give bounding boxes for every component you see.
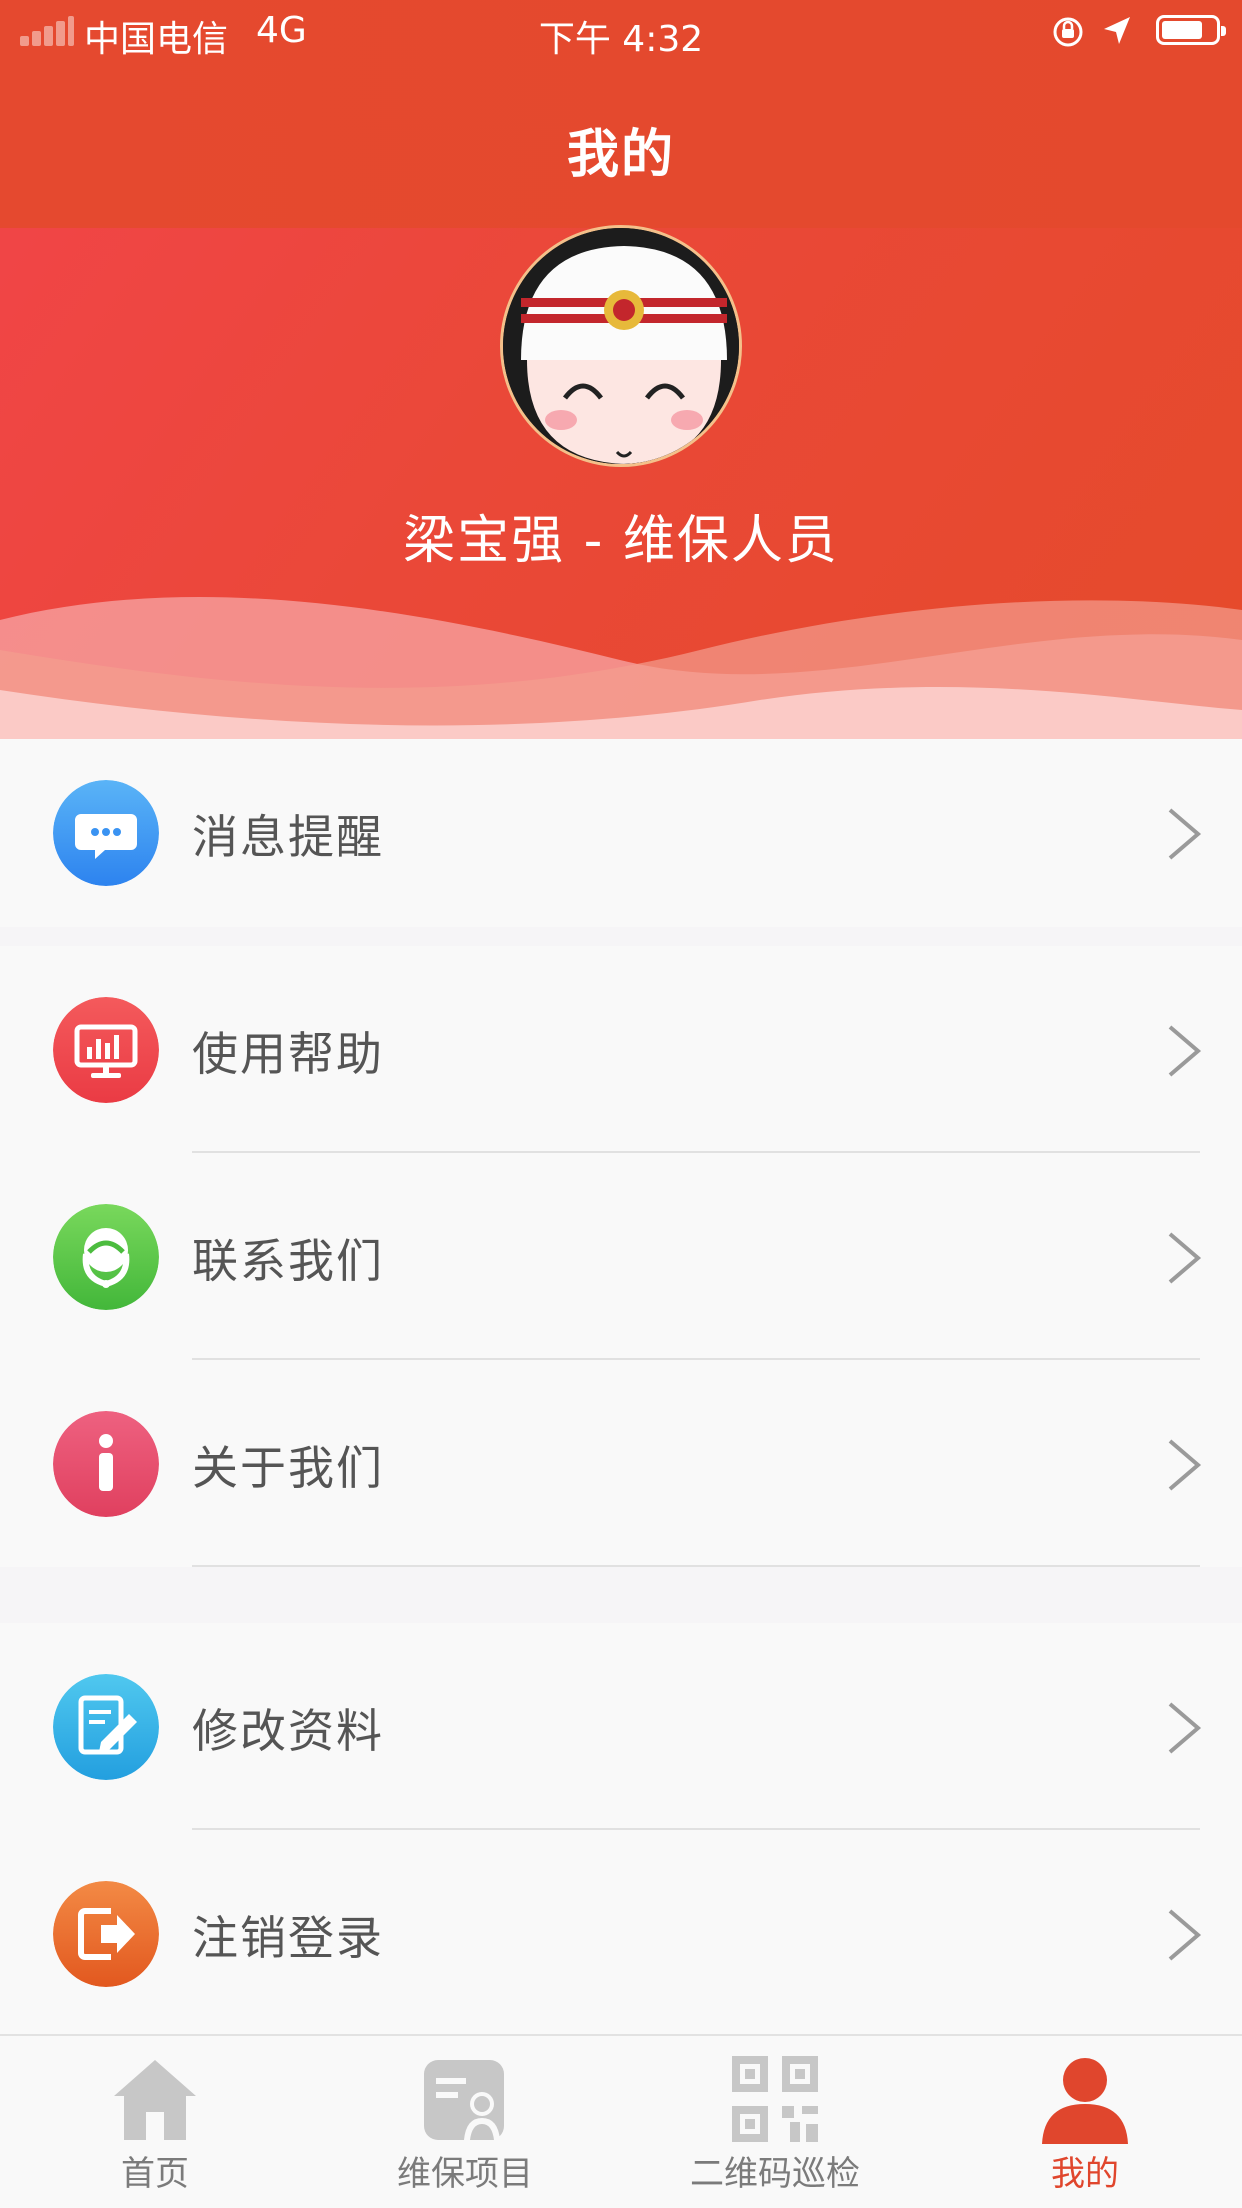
logout-icon [53,1881,159,1987]
menu-group-2: 使用帮助 联系我们 关于我们 [0,946,1242,1567]
maintenance-icon [424,2060,504,2140]
user-name-role: 梁宝强 - 维保人员 [403,511,839,571]
rotation-lock-icon [1053,17,1083,47]
chevron-right-icon [1168,1025,1202,1077]
profile-header: 中国电信 4G 下午 4:32 我的 梁宝强 - 维保人员 [0,0,1242,739]
divider [192,1565,1200,1567]
tab-mine[interactable]: 我的 [930,2036,1240,2208]
user-icon [1042,2058,1128,2144]
wave-decoration [0,597,1242,739]
chevron-right-icon [1168,1232,1202,1284]
menu-label: 使用帮助 [192,1027,384,1081]
menu-label: 消息提醒 [192,810,384,864]
menu-label: 联系我们 [192,1234,384,1288]
tab-label: 二维码巡检 [690,2154,860,2194]
avatar-cartoon-icon [503,228,739,464]
status-bar: 中国电信 4G 下午 4:32 [0,0,1242,64]
menu-item-about[interactable]: 关于我们 [0,1360,1242,1567]
menu-item-edit-profile[interactable]: 修改资料 [0,1623,1242,1830]
info-icon [53,1411,159,1517]
chevron-right-icon [1168,1439,1202,1491]
location-arrow-icon [1104,17,1130,44]
tab-label: 维保项目 [397,2154,533,2194]
menu-group-3: 修改资料 注销登录 [0,1623,1242,2037]
edit-icon [53,1674,159,1780]
menu-item-contact[interactable]: 联系我们 [0,1153,1242,1360]
qr-code-icon [732,2056,818,2142]
menu-item-logout[interactable]: 注销登录 [0,1830,1242,2037]
tab-label: 首页 [121,2154,189,2194]
battery-icon [1156,15,1226,45]
chevron-right-icon [1168,1909,1202,1961]
menu-label: 注销登录 [192,1911,384,1965]
tab-qr-inspection[interactable]: 二维码巡检 [620,2036,930,2208]
tab-maintenance-projects[interactable]: 维保项目 [310,2036,620,2208]
menu-item-messages[interactable]: 消息提醒 [0,729,1242,936]
tab-bar: 首页 维保项目 二维码巡检 我的 [0,2034,1242,2208]
customer-service-icon [53,1204,159,1310]
tab-home[interactable]: 首页 [0,2036,310,2208]
menu-label: 关于我们 [192,1441,384,1495]
menu-item-help[interactable]: 使用帮助 [0,946,1242,1153]
chevron-right-icon [1168,1702,1202,1754]
screen: 中国电信 4G 下午 4:32 我的 梁宝强 - 维保人员 消息提醒 使用帮助 … [0,0,1242,2208]
chevron-right-icon [1168,808,1202,860]
monitor-chart-icon [53,997,159,1103]
tab-label: 我的 [1051,2154,1119,2194]
home-icon [114,2060,196,2140]
menu-label: 修改资料 [192,1704,384,1758]
menu-group-1: 消息提醒 [0,739,1242,927]
page-title: 我的 [566,125,675,185]
status-indicators [1050,12,1226,52]
message-icon [53,780,159,886]
avatar[interactable] [500,225,742,467]
